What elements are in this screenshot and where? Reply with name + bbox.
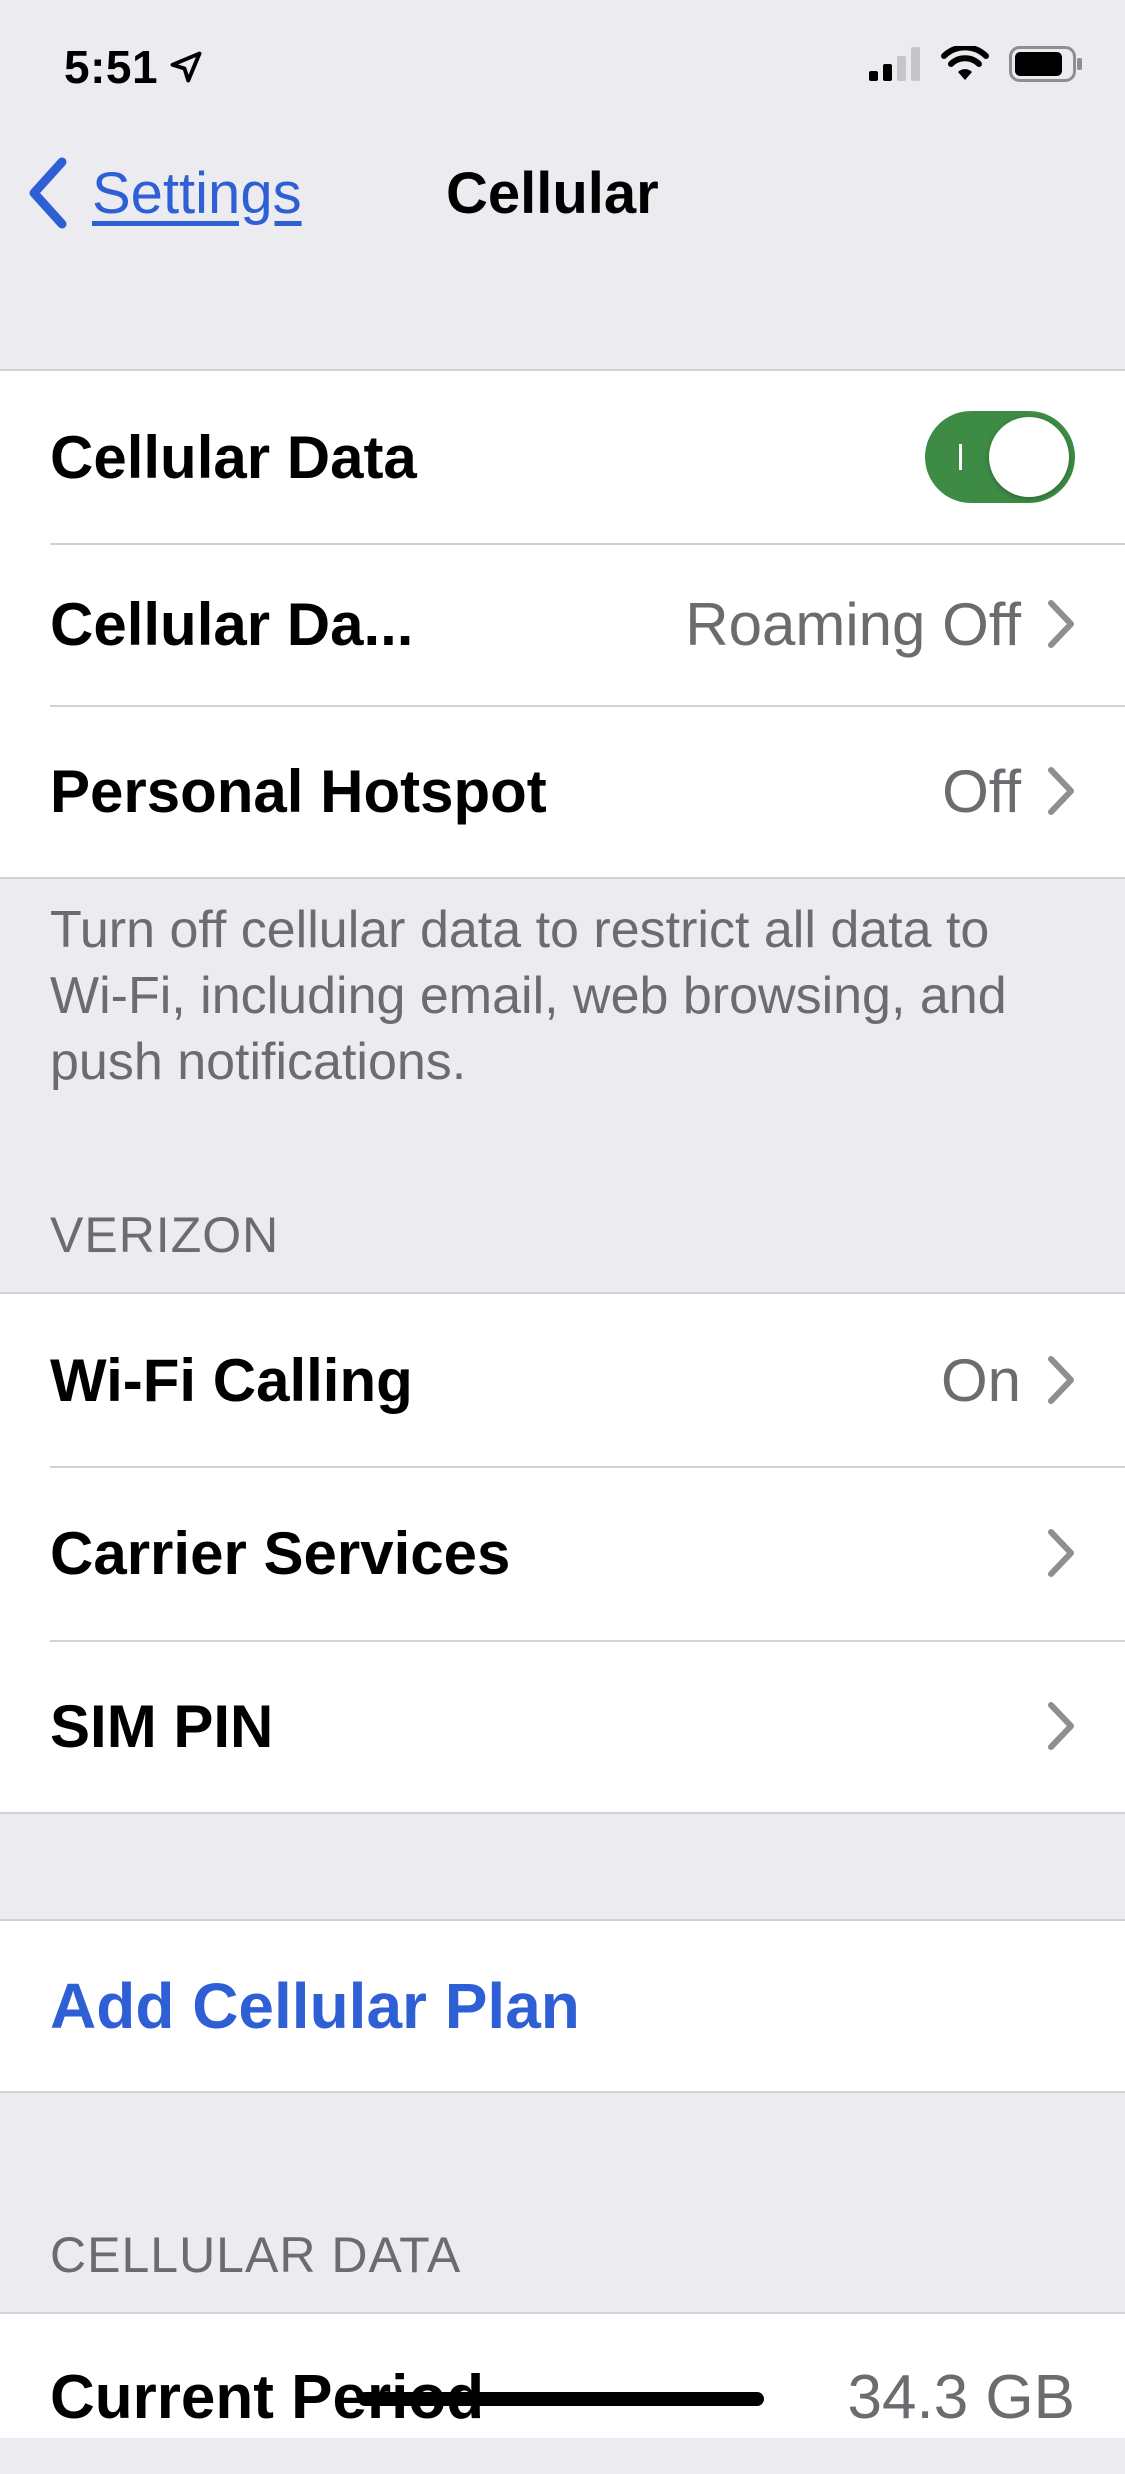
toggle-knob (989, 417, 1069, 497)
cellular-data-row: Cellular Data (0, 371, 1125, 543)
cellular-data-options-value: Roaming Off (685, 590, 1021, 658)
toggle-on-mark (959, 444, 962, 470)
status-icons (869, 46, 1083, 82)
chevron-right-icon (1045, 599, 1075, 649)
data-usage-group: Current Period 34.3 GB (0, 2312, 1125, 2438)
cellular-data-options-row[interactable]: Cellular Da... Roaming Off (0, 543, 1125, 705)
cellular-data-options-label: Cellular Da... (50, 590, 414, 658)
cellular-data-label: Cellular Data (50, 423, 417, 491)
status-bar: 5:51 (0, 0, 1125, 135)
cellular-data-group: Cellular Data Cellular Da... Roaming Off… (0, 369, 1125, 879)
status-time: 5:51 (64, 40, 204, 94)
home-indicator (358, 2392, 764, 2406)
chevron-right-icon (1045, 1701, 1075, 1751)
cellular-signal-icon (869, 47, 920, 81)
carrier-section-header: VERIZON (50, 1207, 280, 1263)
chevron-left-icon (29, 157, 67, 229)
time-text: 5:51 (64, 41, 159, 93)
page-title: Cellular (446, 161, 659, 226)
add-cellular-plan-label: Add Cellular Plan (50, 1970, 580, 2042)
add-cellular-plan-button[interactable]: Add Cellular Plan (0, 1921, 1125, 2091)
carrier-services-label: Carrier Services (50, 1519, 511, 1587)
carrier-group: Wi-Fi Calling On Carrier Services SIM PI… (0, 1292, 1125, 1814)
add-plan-group: Add Cellular Plan (0, 1919, 1125, 2093)
carrier-services-row[interactable]: Carrier Services (0, 1466, 1125, 1640)
back-button[interactable]: Settings (26, 156, 302, 230)
wifi-icon (941, 46, 989, 80)
sim-pin-label: SIM PIN (50, 1692, 274, 1760)
chevron-right-icon (1045, 1528, 1075, 1578)
data-usage-section-header: CELLULAR DATA (50, 2227, 462, 2283)
cellular-data-footer: Turn off cellular data to restrict all d… (50, 901, 1007, 1091)
wifi-calling-label: Wi-Fi Calling (50, 1346, 413, 1414)
location-arrow-icon (170, 51, 202, 83)
wifi-calling-value: On (940, 1346, 1021, 1414)
back-button-label: Settings (92, 160, 302, 226)
chevron-right-icon (1045, 1355, 1075, 1405)
cellular-data-toggle[interactable] (925, 411, 1075, 503)
navigation-bar: Settings Cellular (0, 150, 1125, 242)
chevron-right-icon (1045, 766, 1075, 816)
wifi-calling-row[interactable]: Wi-Fi Calling On (0, 1294, 1125, 1466)
personal-hotspot-row[interactable]: Personal Hotspot Off (0, 705, 1125, 877)
sim-pin-row[interactable]: SIM PIN (0, 1640, 1125, 1812)
personal-hotspot-label: Personal Hotspot (50, 757, 547, 825)
battery-icon (1009, 46, 1082, 82)
personal-hotspot-value: Off (942, 757, 1021, 825)
current-period-value: 34.3 GB (847, 2363, 1075, 2432)
